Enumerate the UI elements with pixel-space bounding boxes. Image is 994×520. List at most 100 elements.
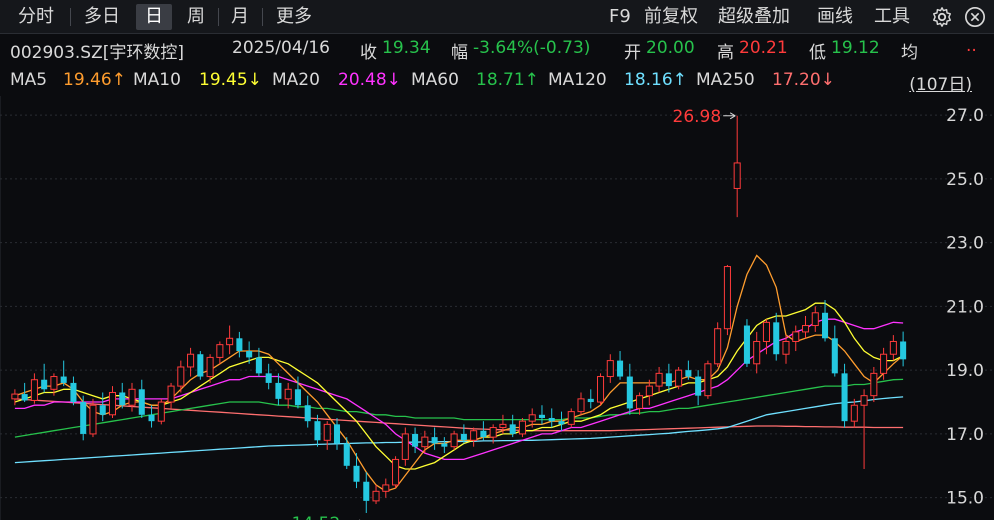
candle-body (518, 420, 526, 435)
low-value: 19.12 (831, 38, 880, 58)
tab-intraday[interactable]: 分时 (8, 4, 64, 30)
candle-body (246, 351, 253, 358)
more-dots[interactable]: .. (966, 36, 977, 56)
candle-body (206, 356, 214, 378)
candle-body (685, 370, 692, 377)
candle-body (80, 402, 87, 434)
candle-body (148, 414, 155, 422)
candle-body (723, 266, 731, 330)
candle-body (528, 414, 536, 422)
f9-button[interactable]: F9 (609, 4, 631, 30)
ma5-label: MA5 (10, 70, 48, 90)
candle-body (70, 382, 77, 403)
candle-body (50, 376, 58, 390)
candle-body (294, 389, 301, 406)
candle-body (811, 312, 819, 327)
y-tick-label: 25.0 (946, 170, 984, 190)
candle-body (597, 376, 605, 403)
candle-body (30, 379, 38, 401)
candle-body (509, 424, 516, 434)
candle-body (284, 388, 292, 400)
candle-body (167, 385, 175, 403)
candle-body (157, 401, 165, 422)
candle-body (11, 393, 19, 400)
candle-body (577, 398, 585, 413)
ma60-value: 18.71↑ (476, 70, 539, 90)
candle-body (128, 388, 136, 406)
change-value: -3.64%(-0.73) (473, 38, 591, 58)
tab-daily[interactable]: 日 (136, 4, 172, 30)
tab-multi-day[interactable]: 多日 (74, 4, 130, 30)
candle-body (99, 405, 106, 415)
low-label: 低 (809, 43, 826, 63)
candle-body (733, 162, 741, 189)
tab-monthly[interactable]: 月 (222, 4, 258, 30)
candle-body (226, 337, 234, 346)
ma-legend: MA5 19.46↑ MA10 19.45↓ MA20 20.48↓ MA60 … (0, 66, 994, 96)
close-icon[interactable] (964, 6, 986, 28)
ma120-line (14, 396, 904, 464)
y-tick-label: 19.0 (946, 361, 984, 381)
candle-body (870, 372, 878, 397)
ma250-label: MA250 (696, 70, 755, 90)
candle-body (431, 437, 438, 444)
candle-body (255, 357, 262, 374)
open-label: 开 (624, 43, 641, 63)
candle-body (372, 490, 380, 502)
candle-body (187, 353, 195, 368)
high-label: 高 (717, 43, 734, 63)
candle-body (665, 373, 672, 387)
candle-body (841, 373, 848, 422)
y-tick-label: 15.0 (946, 489, 984, 509)
candle-body (636, 395, 644, 409)
candle-body (655, 372, 663, 387)
candle-body (695, 376, 702, 396)
candle-body (304, 405, 311, 422)
candle-body (265, 373, 272, 383)
close-value: 19.34 (382, 38, 431, 58)
candle-body (587, 398, 594, 403)
candle-body (275, 382, 282, 399)
candle-body (89, 404, 97, 435)
min-price-label: 14.52 (292, 514, 341, 520)
candle-body (617, 360, 624, 377)
y-tick-label: 23.0 (946, 234, 984, 254)
ma250-value: 17.20↓ (772, 70, 835, 90)
candle-body (714, 328, 722, 365)
ma5-line (14, 254, 904, 493)
candle-body (762, 321, 770, 342)
ma5-value: 19.46↑ (63, 70, 126, 90)
ma10-value: 19.45↓ (199, 70, 262, 90)
candle-body (860, 395, 868, 406)
candle-body (558, 421, 565, 425)
tab-more[interactable]: 更多 (266, 4, 322, 30)
tools-button[interactable]: 工具 (874, 4, 910, 30)
candle-body (236, 338, 243, 352)
candle-body (441, 443, 448, 447)
candle-body (743, 325, 750, 364)
candle-body (363, 481, 370, 501)
close-label: 收 (360, 43, 377, 63)
forward-adjust-button[interactable]: 前复权 (644, 4, 698, 30)
candle-body (450, 433, 458, 448)
y-tick-label: 17.0 (946, 425, 984, 445)
draw-line-button[interactable]: 画线 (817, 4, 853, 30)
candle-body (645, 385, 653, 397)
candle-body (499, 423, 507, 429)
candle-body (548, 417, 555, 422)
max-price-label: 26.98 (673, 107, 722, 127)
candle-body (480, 430, 487, 438)
candle-body (460, 433, 467, 441)
day-range-selector[interactable]: (107日) (909, 70, 972, 95)
candle-body (197, 354, 204, 377)
tab-weekly[interactable]: 周 (178, 4, 214, 30)
stock-code: 002903.SZ[宇环数控] (10, 43, 185, 63)
gear-icon[interactable] (931, 6, 953, 28)
candle-body (412, 433, 419, 447)
quote-date: 2025/04/16 (232, 38, 330, 58)
candle-body (880, 353, 888, 374)
super-overlay-button[interactable]: 超级叠加 (718, 4, 790, 30)
candle-body (343, 443, 350, 466)
candle-body (822, 312, 829, 339)
candlestick-chart[interactable]: 27.0 25.0 23.0 21.0 19.0 17.0 15.0 26.98 14.52 (0, 96, 994, 520)
